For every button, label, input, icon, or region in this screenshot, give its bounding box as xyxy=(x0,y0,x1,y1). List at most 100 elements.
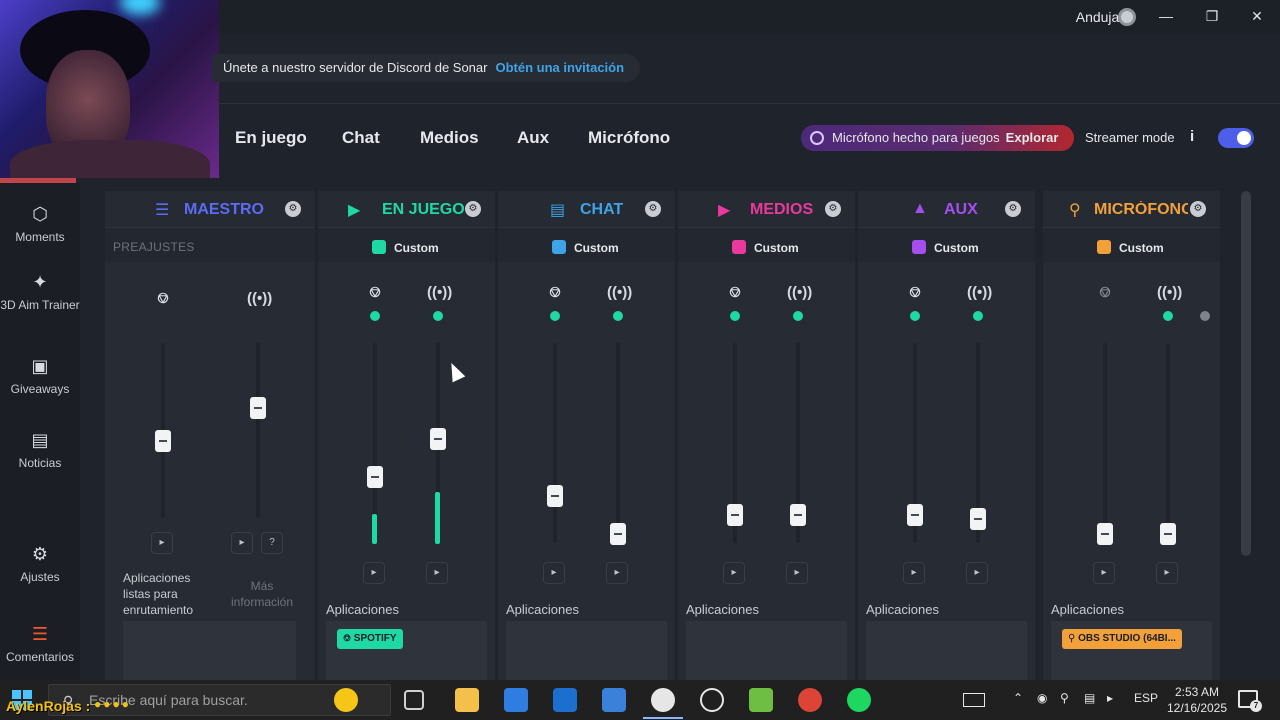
mic-promo-pill[interactable]: Micrófono hecho para juegos Explorar xyxy=(801,125,1074,151)
mixer-column-media: ▶ MEDIOS ⚙ Custom ⎊ ((•)) ▸ ▸ Aplicacion… xyxy=(678,191,855,680)
broadcast-icon[interactable]: ((•)) xyxy=(787,284,812,304)
broadcast-icon[interactable]: ((•)) xyxy=(1157,284,1182,304)
speaker-icon[interactable]: ▸ xyxy=(903,562,925,584)
network-icon[interactable]: ▤ xyxy=(1084,691,1095,705)
preset-selector[interactable]: Custom xyxy=(732,240,799,255)
headphones-volume-slider[interactable] xyxy=(907,504,923,526)
banner-invite-link[interactable]: Obtén una invitación xyxy=(495,60,624,75)
microphone-tray-icon[interactable]: ⚲ xyxy=(1060,691,1069,705)
sidebar-item-aim-trainer[interactable]: ✦ 3D Aim Trainer xyxy=(0,271,80,313)
broadcast-icon[interactable]: ((•)) xyxy=(967,284,992,304)
sidebar-item-noticias[interactable]: ▤ Noticias xyxy=(0,429,80,471)
gear-icon[interactable]: ⚙ xyxy=(465,201,481,217)
stream-volume-slider[interactable] xyxy=(790,504,806,526)
gear-icon[interactable]: ⚙ xyxy=(1190,201,1206,217)
app-chip[interactable]: ⎊ SPOTIFY xyxy=(337,629,403,649)
obs-icon[interactable] xyxy=(700,688,724,712)
steelseries-gg-icon[interactable] xyxy=(643,688,683,719)
broadcast-icon[interactable]: ((•)) xyxy=(607,284,632,304)
preset-selector[interactable]: Custom xyxy=(372,240,439,255)
headphones-icon[interactable]: ⎊ xyxy=(364,284,386,304)
speaker-icon[interactable]: ▸ xyxy=(363,562,385,584)
sidebar-item-ajustes[interactable]: ⚙ Ajustes xyxy=(0,543,80,585)
camera-icon[interactable]: ◉ xyxy=(1037,691,1047,705)
headphones-icon[interactable]: ⎊ xyxy=(904,284,926,304)
broadcast-icon[interactable]: ((•)) xyxy=(247,290,272,310)
more-info-link[interactable]: Más información xyxy=(219,578,305,610)
stream-volume-slider[interactable] xyxy=(250,397,266,419)
headphones-volume-slider[interactable] xyxy=(155,430,171,452)
tab-microfono[interactable]: Micrófono xyxy=(588,128,670,148)
sidebar-item-moments[interactable]: ⬡ Moments xyxy=(0,203,80,245)
tab-chat[interactable]: Chat xyxy=(342,128,380,148)
speaker-icon[interactable]: ▸ xyxy=(543,562,565,584)
speaker-icon[interactable]: ▸ xyxy=(606,562,628,584)
outlook-icon[interactable] xyxy=(553,688,577,712)
headphones-icon[interactable]: ⎊ xyxy=(724,284,746,304)
speaker-icon[interactable]: ▸ xyxy=(1093,562,1115,584)
broadcast-icon[interactable]: ((•)) xyxy=(427,284,452,304)
speaker-icon[interactable]: ▸ xyxy=(231,532,253,554)
streamer-mode-toggle[interactable] xyxy=(1218,128,1254,148)
chrome-icon[interactable] xyxy=(798,688,822,712)
column-presets: Custom xyxy=(678,227,855,262)
gear-icon[interactable]: ⚙ xyxy=(645,201,661,217)
task-view-icon[interactable] xyxy=(404,690,424,710)
headphones-icon[interactable]: ⎊ xyxy=(544,284,566,304)
taskbar-clock[interactable]: 2:53 AM 12/16/2025 xyxy=(1166,684,1228,716)
chevron-up-icon[interactable]: ⌃ xyxy=(1013,691,1023,705)
language-indicator[interactable]: ESP xyxy=(1134,691,1158,705)
speaker-icon[interactable]: ▸ xyxy=(723,562,745,584)
user-avatar-icon[interactable] xyxy=(1118,8,1136,26)
stream-volume-slider[interactable] xyxy=(430,428,446,450)
info-icon[interactable]: i xyxy=(1190,128,1194,145)
explore-link[interactable]: Explorar xyxy=(1006,130,1059,145)
headphones-muted-icon[interactable]: ⎊ xyxy=(1094,284,1116,304)
user-name[interactable]: Andujar xyxy=(1076,9,1124,25)
sidebar-item-comentarios[interactable]: ☰ Comentarios xyxy=(0,623,80,665)
copilot-icon[interactable] xyxy=(334,688,358,712)
keyboard-icon[interactable] xyxy=(963,693,985,707)
spotify-icon[interactable] xyxy=(847,688,871,712)
mic-promo-text: Micrófono hecho para juegos xyxy=(832,130,1000,145)
speaker-icon[interactable]: ▸ xyxy=(1156,562,1178,584)
headphones-volume-slider[interactable] xyxy=(727,504,743,526)
tab-en-juego[interactable]: En juego xyxy=(235,128,307,148)
speaker-icon[interactable]: ▸ xyxy=(426,562,448,584)
minimize-icon[interactable]: — xyxy=(1154,6,1178,26)
preset-selector[interactable]: Custom xyxy=(1097,240,1164,255)
speaker-icon[interactable]: ▸ xyxy=(966,562,988,584)
ear-icon[interactable]: ? xyxy=(261,532,283,554)
bluestacks-icon[interactable] xyxy=(749,688,773,712)
stream-volume-slider[interactable] xyxy=(1160,523,1176,545)
sidebar-item-giveaways[interactable]: ▣ Giveaways xyxy=(0,355,80,397)
calendar-app-icon[interactable] xyxy=(602,688,626,712)
stream-volume-slider[interactable] xyxy=(970,508,986,530)
gear-icon[interactable]: ⚙ xyxy=(1005,201,1021,217)
tab-medios[interactable]: Medios xyxy=(420,128,479,148)
app-chip[interactable]: ⚲ OBS STUDIO (64BI... xyxy=(1062,629,1182,649)
volume-icon[interactable]: ▸ xyxy=(1107,691,1113,705)
notification-center-icon[interactable]: 7 xyxy=(1238,690,1262,712)
speaker-icon[interactable]: ▸ xyxy=(151,532,173,554)
stream-volume-slider[interactable] xyxy=(610,523,626,545)
toggle-knob xyxy=(1237,131,1251,145)
gear-icon[interactable]: ⚙ xyxy=(825,201,841,217)
speaker-icon[interactable]: ▸ xyxy=(786,562,808,584)
mixer-column-microphone: ⚲ MICRÓFONO ⚙ Custom ⎊ ((•)) ▸ ▸ Aplicac… xyxy=(1043,191,1220,680)
headphones-volume-slider[interactable] xyxy=(367,466,383,488)
gear-icon[interactable]: ⚙ xyxy=(285,201,301,217)
status-dot xyxy=(550,311,560,321)
tab-aux[interactable]: Aux xyxy=(517,128,549,148)
preset-selector[interactable]: Custom xyxy=(912,240,979,255)
headphones-volume-slider[interactable] xyxy=(547,485,563,507)
store-icon[interactable] xyxy=(504,688,528,712)
file-explorer-icon[interactable] xyxy=(455,688,479,712)
headphones-volume-slider[interactable] xyxy=(1097,523,1113,545)
headphones-icon[interactable]: ⎊ xyxy=(152,290,174,310)
vertical-scrollbar[interactable] xyxy=(1241,191,1251,556)
close-icon[interactable]: ✕ xyxy=(1245,6,1269,26)
column-header: ⚲ MICRÓFONO ⚙ xyxy=(1043,191,1220,227)
restore-icon[interactable]: ❐ xyxy=(1200,6,1224,26)
preset-selector[interactable]: Custom xyxy=(552,240,619,255)
